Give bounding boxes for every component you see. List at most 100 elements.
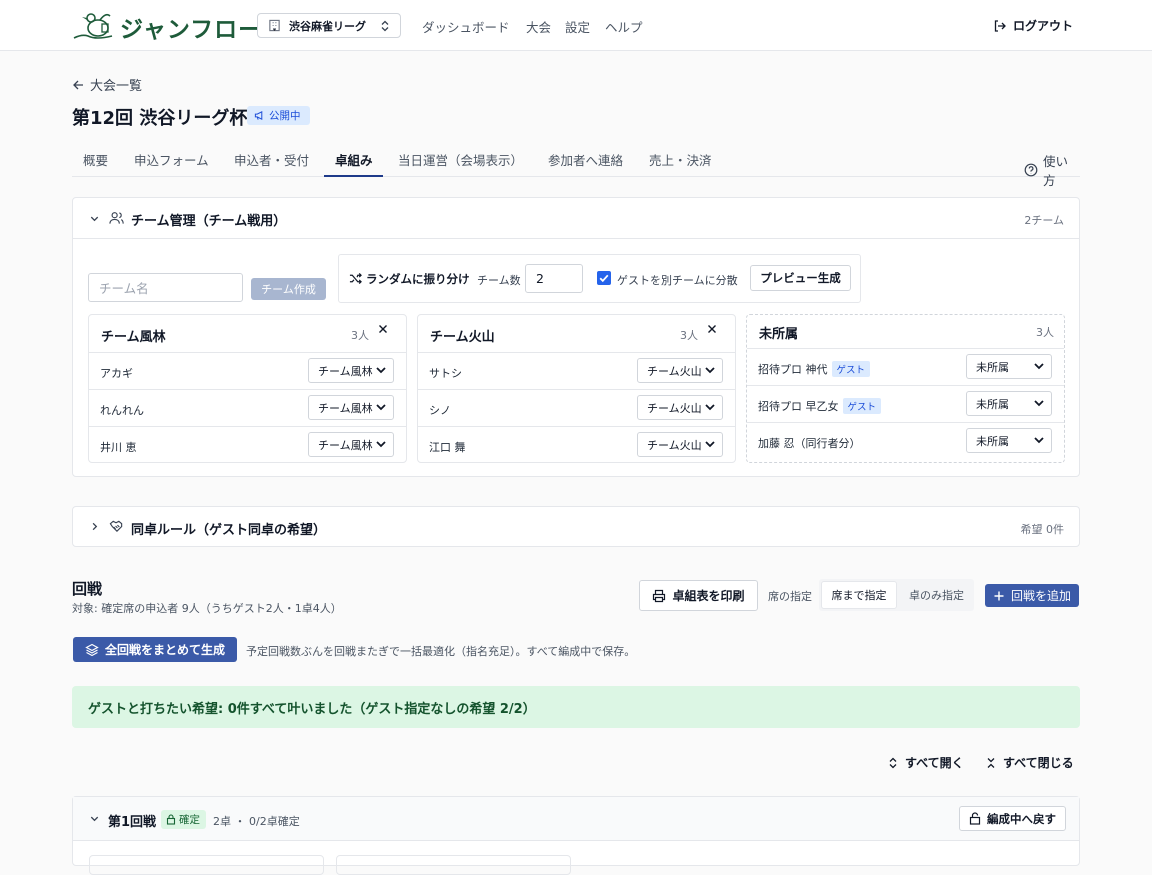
team-number-label: チーム数: [477, 274, 521, 287]
delete-team-icon[interactable]: [706, 323, 718, 335]
chevron-down-icon: [1033, 360, 1045, 372]
nav-help[interactable]: ヘルプ: [605, 17, 643, 36]
team-card-count: 3人: [351, 329, 369, 342]
member-team-select[interactable]: 未所属: [966, 391, 1052, 416]
page-title: 第12回 渋谷リーグ杯: [72, 108, 248, 129]
same-table-count: 希望 0件: [1020, 523, 1065, 536]
tab-overview[interactable]: 概要: [83, 150, 108, 169]
tab-sales[interactable]: 売上・決済: [649, 150, 712, 169]
lock-icon: [166, 814, 176, 825]
chevron-down-icon: [1033, 397, 1045, 409]
round-status-label: 確定: [179, 814, 200, 826]
add-round-button[interactable]: 回戦を追加: [985, 584, 1079, 607]
plus-icon: [993, 590, 1005, 602]
revert-label: 編成中へ戻す: [987, 811, 1056, 826]
round-header[interactable]: 第1回戦 確定 2卓 ・ 0/2卓確定 編成中へ戻す: [73, 797, 1079, 841]
preview-generate-button[interactable]: プレビュー生成: [750, 265, 851, 291]
logout-label: ログアウト: [1013, 19, 1074, 33]
member-name: シノ: [429, 404, 451, 417]
chevrons-updown-icon: [380, 20, 390, 32]
unassigned-count: 3人: [1036, 326, 1054, 339]
member-team-select-value: 未所属: [976, 360, 1009, 374]
team-management-panel: チーム管理（チーム戦用） 2チーム チーム名 チーム作成 ランダムに振り分け チ…: [72, 197, 1080, 477]
team-member-row: サトシ チーム火山: [418, 352, 735, 389]
member-team-select[interactable]: チーム火山: [637, 432, 723, 457]
tab-applicants[interactable]: 申込者・受付: [234, 150, 309, 169]
logo-mascot-icon[interactable]: [72, 8, 116, 42]
member-name: 招待プロ 早乙女 ゲスト: [758, 398, 882, 414]
chevron-down-icon: [704, 438, 716, 450]
seat-spec-option-table[interactable]: 卓のみ指定: [901, 581, 972, 609]
seat-spec-option-seat[interactable]: 席まで指定: [821, 581, 897, 609]
team-name-input[interactable]: チーム名: [88, 273, 243, 302]
chevron-down-icon: [704, 364, 716, 376]
printer-icon: [652, 589, 666, 603]
team-card-kazan: チーム火山 3人 サトシ チーム火山 シノ チーム火山 江口 舞 チーム火山: [417, 314, 736, 463]
org-selector[interactable]: 渋谷麻雀リーグ: [257, 13, 401, 38]
team-panel-header[interactable]: チーム管理（チーム戦用） 2チーム: [73, 198, 1079, 239]
member-team-select[interactable]: チーム火山: [637, 358, 723, 383]
print-tables-button[interactable]: 卓組表を印刷: [639, 580, 758, 611]
member-team-select[interactable]: 未所属: [966, 428, 1052, 453]
tab-entry-form[interactable]: 申込フォーム: [134, 150, 209, 169]
guest-split-label: ゲストを別チームに分散: [617, 274, 738, 287]
help-link[interactable]: 使い方: [1024, 151, 1080, 189]
print-tables-label: 卓組表を印刷: [672, 589, 745, 603]
top-header: ジャンフロー 渋谷麻雀リーグ ダッシュボード 大会 設定 ヘルプ ログアウト: [0, 0, 1152, 51]
unassigned-title: 未所属: [759, 327, 799, 342]
round-card: 第1回戦 確定 2卓 ・ 0/2卓確定 編成中へ戻す: [72, 796, 1080, 875]
logout-icon: [993, 19, 1007, 33]
revert-to-draft-button[interactable]: 編成中へ戻す: [959, 806, 1066, 831]
generate-all-rounds-button[interactable]: 全回戦をまとめて生成: [73, 637, 237, 662]
team-member-row: 加藤 忍（同行者分） 未所属: [747, 422, 1064, 459]
logout-button[interactable]: ログアウト: [993, 17, 1073, 34]
org-selector-label: 渋谷麻雀リーグ: [289, 19, 366, 33]
nav-settings[interactable]: 設定: [565, 17, 590, 36]
collapse-all-button[interactable]: すべて閉じる: [985, 754, 1074, 771]
member-team-select-value: 未所属: [976, 397, 1009, 411]
back-to-tournaments-link[interactable]: 大会一覧: [72, 75, 142, 94]
chevron-down-icon: [375, 401, 387, 413]
status-badge: 公開中: [247, 106, 310, 125]
expand-all-button[interactable]: すべて開く: [887, 754, 964, 771]
tab-contact[interactable]: 参加者へ連絡: [548, 150, 623, 169]
member-team-select[interactable]: チーム風林: [308, 358, 394, 383]
seat-spec-label: 席の指定: [768, 590, 812, 603]
team-member-row: シノ チーム火山: [418, 389, 735, 426]
delete-team-icon[interactable]: [377, 323, 389, 335]
guest-split-checkbox[interactable]: [597, 271, 611, 285]
member-team-select[interactable]: 未所属: [966, 354, 1052, 379]
member-team-select[interactable]: チーム風林: [308, 432, 394, 457]
team-member-row: 江口 舞 チーム火山: [418, 426, 735, 463]
same-table-rules-panel[interactable]: 同卓ルール（ゲスト同卓の希望） 希望 0件: [72, 506, 1080, 547]
member-team-select-value: チーム火山: [647, 438, 702, 452]
brand-name[interactable]: ジャンフロー: [120, 10, 262, 44]
arrow-left-icon: [72, 79, 84, 91]
member-team-select[interactable]: チーム火山: [637, 395, 723, 420]
same-table-title: 同卓ルール（ゲスト同卓の希望）: [131, 523, 327, 538]
member-name: 江口 舞: [429, 441, 466, 454]
team-member-row: 井川 恵 チーム風林: [89, 426, 406, 463]
chevron-down-icon: [89, 213, 100, 224]
nav-dashboard[interactable]: ダッシュボード: [422, 17, 510, 36]
create-team-button[interactable]: チーム作成: [251, 278, 326, 300]
tab-table-matching[interactable]: 卓組み: [335, 150, 373, 169]
nav-tournaments[interactable]: 大会: [526, 17, 551, 36]
team-name-placeholder: チーム名: [99, 281, 149, 296]
shuffle-icon: [349, 272, 362, 285]
member-team-select-value: チーム風林: [318, 438, 373, 452]
member-team-select-value: チーム風林: [318, 364, 373, 378]
tournament-tabs: 概要 申込フォーム 申込者・受付 卓組み 当日運営（会場表示） 参加者へ連絡 売…: [72, 140, 1080, 188]
member-team-select[interactable]: チーム風林: [308, 395, 394, 420]
round-status-badge: 確定: [161, 810, 206, 829]
help-circle-icon: [1024, 163, 1038, 177]
random-assign-button[interactable]: ランダムに振り分け: [366, 271, 470, 287]
guest-tag: ゲスト: [831, 361, 871, 377]
team-number-input[interactable]: 2: [525, 264, 583, 293]
rounds-title: 回戦: [72, 580, 103, 598]
chevron-down-icon: [704, 401, 716, 413]
users-icon: [109, 211, 124, 225]
table-card: [89, 855, 324, 875]
tab-day-operations[interactable]: 当日運営（会場表示）: [398, 150, 523, 169]
member-team-select-value: チーム風林: [318, 401, 373, 415]
